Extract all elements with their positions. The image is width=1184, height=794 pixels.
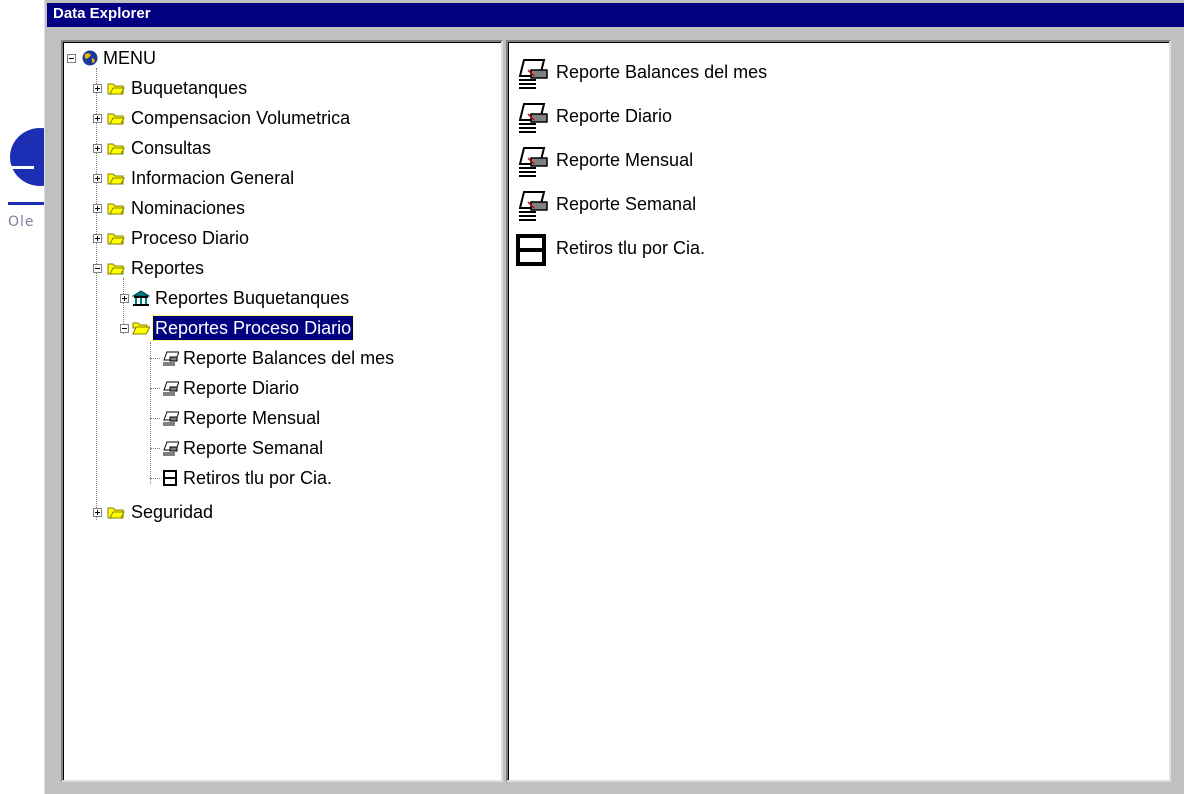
expand-toggle[interactable] xyxy=(93,234,102,243)
list-item-label: Reporte Balances del mes xyxy=(556,62,768,82)
expand-toggle[interactable] xyxy=(120,294,129,303)
building-icon xyxy=(132,290,150,306)
tree-item-label: Reporte Mensual xyxy=(183,408,321,428)
list-item-label: Reporte Mensual xyxy=(556,150,694,170)
tree-item-label: Reportes Buquetanques xyxy=(155,288,350,308)
collapse-toggle[interactable] xyxy=(120,324,129,333)
grid-report-icon xyxy=(163,470,177,486)
tree-item-label: Reportes Proceso Diario xyxy=(151,315,355,341)
data-explorer-window: Data Explorer MENU Buquetanques Compensa… xyxy=(44,0,1184,794)
tree-item-label: Consultas xyxy=(131,138,212,158)
tree-item-label: Reporte Diario xyxy=(183,378,300,398)
tree-item-label: Reporte Balances del mes xyxy=(183,348,395,368)
tree-item-label: Compensacion Volumetrica xyxy=(131,108,351,128)
globe-icon xyxy=(82,50,98,66)
folder-icon xyxy=(107,203,125,215)
tree-item-label: Nominaciones xyxy=(131,198,246,218)
expand-toggle[interactable] xyxy=(93,114,102,123)
tree-connector xyxy=(96,68,97,520)
window-title[interactable]: Data Explorer xyxy=(47,3,1184,27)
folder-icon xyxy=(107,113,125,125)
collapse-toggle[interactable] xyxy=(93,264,102,273)
menu-tree: MENU Buquetanques Compensacion Volumetri… xyxy=(63,42,501,780)
expand-toggle[interactable] xyxy=(93,144,102,153)
tree-view-pane[interactable]: MENU Buquetanques Compensacion Volumetri… xyxy=(61,40,503,782)
report-icon xyxy=(163,381,179,396)
expand-toggle[interactable] xyxy=(93,204,102,213)
list-item-label: Reporte Semanal xyxy=(556,194,697,214)
open-folder-icon xyxy=(132,322,150,335)
report-icon xyxy=(163,441,179,456)
list-item-label: Retiros tlu por Cia. xyxy=(556,238,706,258)
tree-item-label: Retiros tlu por Cia. xyxy=(183,468,333,488)
tree-item-label: Reporte Semanal xyxy=(183,438,324,458)
report-icon xyxy=(518,147,548,177)
list-view-pane[interactable]: Reporte Balances del mes Reporte Diario … xyxy=(506,40,1171,782)
tree-item-label: Seguridad xyxy=(131,502,214,522)
tree-item-label: Proceso Diario xyxy=(131,228,250,248)
report-icon xyxy=(163,411,179,426)
folder-icon xyxy=(107,143,125,155)
tree-item-label: Reportes xyxy=(131,258,205,278)
expand-toggle[interactable] xyxy=(93,508,102,517)
folder-icon xyxy=(107,263,125,275)
tree-item-label: Informacion General xyxy=(131,168,295,188)
grid-report-icon xyxy=(516,234,546,266)
folder-icon xyxy=(107,83,125,95)
expand-toggle[interactable] xyxy=(93,84,102,93)
collapse-toggle[interactable] xyxy=(67,54,76,63)
folder-icon xyxy=(107,507,125,519)
background-company-logo: Ole xyxy=(0,120,70,240)
tree-item-label: Buquetanques xyxy=(131,78,248,98)
tree-root-label: MENU xyxy=(103,48,156,68)
tree-connector xyxy=(150,342,151,484)
report-icon xyxy=(163,351,179,366)
expand-toggle[interactable] xyxy=(93,174,102,183)
report-icon xyxy=(518,191,548,221)
folder-icon xyxy=(107,173,125,185)
logo-text: Ole xyxy=(8,214,35,230)
list-item-label: Reporte Diario xyxy=(556,106,673,126)
logo-underline xyxy=(8,202,48,205)
folder-icon xyxy=(107,233,125,245)
report-icon xyxy=(518,103,548,133)
report-icon xyxy=(518,59,548,89)
